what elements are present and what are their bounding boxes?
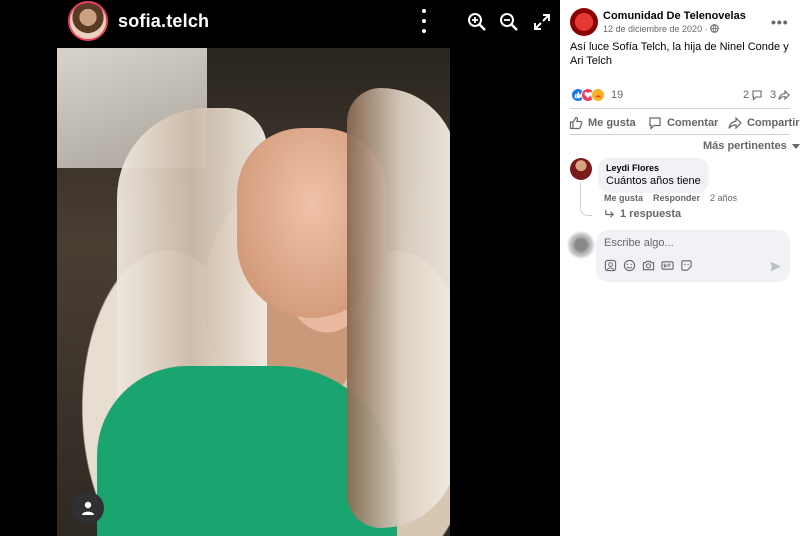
share-count[interactable]: 3 <box>770 89 790 101</box>
fullscreen-icon[interactable] <box>532 12 552 32</box>
globe-icon <box>710 24 719 33</box>
share-icon <box>728 116 742 130</box>
page-avatar[interactable] <box>570 8 598 36</box>
send-icon[interactable] <box>769 260 782 273</box>
sticker-icon[interactable] <box>680 259 693 272</box>
reply-arrow-icon <box>605 209 615 218</box>
comment-icon <box>649 117 661 130</box>
post-photo[interactable] <box>57 48 450 536</box>
comment-author[interactable]: Leydi Flores <box>606 163 701 173</box>
like-button[interactable]: Me gusta <box>569 116 636 130</box>
page-name[interactable]: Comunidad De Telenovelas <box>603 10 746 22</box>
comment-count[interactable]: 2 <box>743 89 763 101</box>
post-date-text: 12 de diciembre de 2020 · <box>603 24 708 34</box>
share-count-value: 3 <box>770 89 777 101</box>
comment-like-button[interactable]: Me gusta <box>604 193 643 203</box>
comment-reply-button[interactable]: Responder <box>653 193 700 203</box>
reaction-count: 19 <box>611 89 624 101</box>
person-icon <box>82 501 94 515</box>
chevron-down-icon <box>791 143 800 149</box>
post-options-icon[interactable]: ••• <box>771 14 789 30</box>
emoji-icon[interactable] <box>623 259 636 272</box>
comment-count-value: 2 <box>743 89 750 101</box>
divider <box>570 134 790 135</box>
comment-author-avatar[interactable] <box>570 158 592 180</box>
comment-label: Comentar <box>667 117 719 129</box>
share-count-icon <box>778 89 790 101</box>
comment-sort-label: Más pertinentes <box>703 140 787 152</box>
post-caption: Así luce Sofía Telch, la hija de Ninel C… <box>570 41 789 67</box>
reactions-summary[interactable]: 19 <box>571 88 623 102</box>
photo-viewer: sofia.telch <box>0 0 560 536</box>
care-reaction-icon <box>591 88 605 102</box>
comment-actions: Me gusta Responder 2 años <box>604 193 737 203</box>
reply-thread-line <box>580 182 592 216</box>
more-options-icon <box>418 9 430 33</box>
instagram-username: sofia.telch <box>118 10 210 31</box>
instagram-avatar <box>68 1 108 41</box>
zoom-in-icon[interactable] <box>467 12 487 32</box>
zoom-out-icon[interactable] <box>499 12 519 32</box>
comment-time[interactable]: 2 años <box>710 193 737 203</box>
post-date[interactable]: 12 de diciembre de 2020 · <box>603 24 719 34</box>
share-label: Compartir <box>747 117 800 129</box>
like-label: Me gusta <box>588 117 636 129</box>
comment-bubble: Leydi Flores Cuántos años tiene <box>598 158 709 193</box>
comment-button[interactable]: Comentar <box>648 116 718 130</box>
divider <box>570 108 790 109</box>
camera-icon[interactable] <box>642 259 655 272</box>
hair-right <box>347 88 450 528</box>
avatar-sticker-icon[interactable] <box>604 259 617 272</box>
like-icon <box>569 116 583 130</box>
comment-sort-dropdown[interactable]: Más pertinentes <box>703 140 800 152</box>
comment-input-placeholder: Escribe algo... <box>604 237 674 249</box>
comment-count-icon <box>752 90 762 101</box>
gif-icon[interactable] <box>661 259 674 272</box>
post-panel: Comunidad De Telenovelas 12 de diciembre… <box>560 0 800 536</box>
view-replies-button[interactable]: 1 respuesta <box>604 208 681 220</box>
composer-tools <box>604 259 693 272</box>
instagram-header: sofia.telch <box>68 0 209 42</box>
tagged-people-button[interactable] <box>72 492 104 524</box>
current-user-avatar <box>568 232 594 258</box>
comment-input[interactable]: Escribe algo... <box>596 230 790 282</box>
share-button[interactable]: Compartir <box>728 116 800 130</box>
comment-text: Cuántos años tiene <box>606 175 701 187</box>
replies-label: 1 respuesta <box>620 208 682 220</box>
